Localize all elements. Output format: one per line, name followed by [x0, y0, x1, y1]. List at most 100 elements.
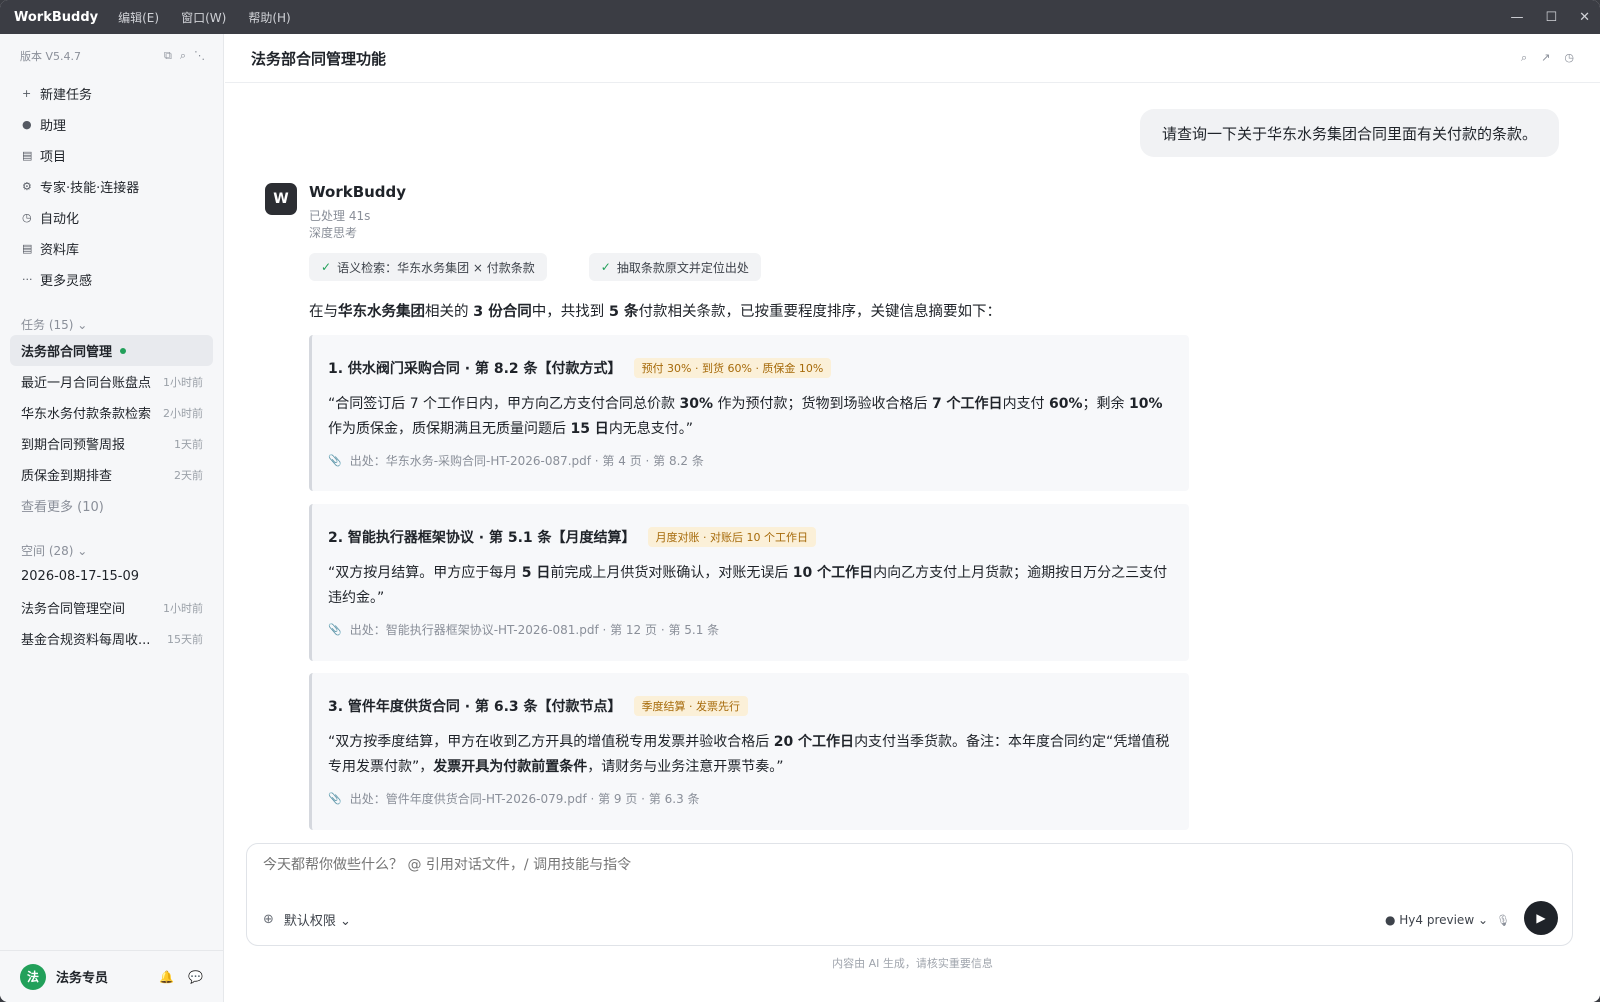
search-icon[interactable]: ⌕ — [180, 49, 186, 63]
chat-scroll[interactable]: 请查询一下关于华东水务集团合同里面有关付款的条款。 W WorkBuddy 已处… — [225, 83, 1600, 842]
model-selector[interactable]: ● Hy4 preview ⌄ — [1385, 913, 1488, 927]
dot-icon: ● — [22, 118, 32, 131]
sidebar-item-label: 新建任务 — [40, 88, 93, 103]
clause-quote: “双方按月结算。甲方应于每月 5 日前完成上月供货对账确认，对账无误后 10 个… — [328, 565, 1168, 606]
sidebar-item-6[interactable]: ··· 更多灵感 — [0, 264, 223, 295]
close-icon[interactable]: ✕ — [1579, 10, 1590, 25]
sidebar-item-label: 自动化 — [40, 212, 80, 227]
collapse-icon[interactable]: ⋱ — [194, 49, 205, 63]
space-item-name: 2026-08-17-15-09 — [21, 569, 140, 584]
space-item-name: 法务合同管理空间 — [21, 602, 126, 617]
bot-avatar: W — [265, 183, 297, 215]
sidebar-item-label: 助理 — [40, 119, 67, 134]
task-item[interactable]: 到期合同预警周报 1天前 — [0, 428, 223, 459]
user-name: 法务专员 — [56, 971, 109, 986]
task-item[interactable]: 最近一月合同台账盘点 1小时前 — [0, 366, 223, 397]
thinking-mode[interactable]: 深度思考 — [309, 224, 357, 241]
app-name: WorkBuddy — [14, 9, 99, 25]
task-item[interactable]: 华东水务付款条款检索 2小时前 — [0, 397, 223, 428]
play-icon: ▶ — [1536, 911, 1546, 925]
clause-tag: 季度结算 · 发票先行 — [633, 696, 749, 716]
clause-quote: “双方按季度结算，甲方在收到乙方开具的增值税专用发票并验收合格后 20 个工作日… — [328, 734, 1170, 775]
processed-time: 已处理 41s — [309, 209, 371, 223]
copy-icon[interactable]: ⧉ — [164, 49, 172, 63]
clause-card: 2. 智能执行器框架协议 · 第 5.1 条【月度结算】 月度对账 · 对账后 1… — [309, 504, 1189, 661]
menu-edit[interactable]: 编辑(E) — [118, 9, 159, 26]
space-item[interactable]: 2026-08-17-15-09 — [0, 561, 223, 592]
permission-selector[interactable]: ⊕ 默认权限 ⌄ — [263, 910, 351, 929]
user-footer: 法 法务专员 🔔 💬 — [0, 950, 223, 1002]
task-name: 法务部合同管理 — [21, 345, 113, 360]
user-message: 请查询一下关于华东水务集团合同里面有关付款的条款。 — [1139, 109, 1559, 157]
clause-tag: 预付 30% · 到货 60% · 质保金 10% — [633, 358, 832, 378]
step-chip-search[interactable]: ✓ 语义检索：华东水务集团 × 付款条款 — [309, 253, 547, 281]
search-icon[interactable]: ⌕ — [1521, 51, 1527, 65]
task-item-time: 2天前 — [174, 468, 203, 482]
paperclip-icon: 📎 — [328, 792, 342, 805]
sidebar-item-3[interactable]: ⚙ 专家·技能·连接器 — [0, 171, 223, 202]
send-button[interactable]: ▶ — [1524, 901, 1558, 935]
ai-disclaimer: 内容由 AI 生成，请核实重要信息 — [832, 957, 993, 970]
avatar[interactable]: 法 — [20, 963, 46, 990]
more-icon: ··· — [22, 273, 33, 286]
sidebar-item-4[interactable]: ◷ 自动化 — [0, 202, 223, 233]
menu-help[interactable]: 帮助(H) — [248, 9, 290, 26]
spaces-section-title[interactable]: 空间 (28) ⌄ — [0, 539, 223, 561]
share-icon[interactable]: ↗ — [1541, 51, 1550, 65]
task-item[interactable]: 质保金到期排查 2天前 — [0, 459, 223, 490]
gear-icon: ⚙ — [22, 180, 32, 193]
globe-icon: ⊕ — [263, 912, 274, 927]
check-icon: ✓ — [600, 260, 611, 274]
task-item-time: 1小时前 — [163, 375, 203, 389]
clause-title: 2. 智能执行器框架协议 · 第 5.1 条【月度结算】 月度对账 · 对账后 1… — [328, 524, 1173, 550]
check-icon: ✓ — [321, 260, 332, 274]
task-item-name: 质保金到期排查 — [21, 469, 113, 484]
task-item-time: 1天前 — [174, 437, 203, 451]
task-item-name: 华东水务付款条款检索 — [21, 407, 151, 422]
clause-title: 3. 管件年度供货合同 · 第 6.3 条【付款节点】 季度结算 · 发票先行 — [328, 693, 1173, 719]
chat-icon[interactable]: 💬 — [188, 970, 203, 984]
history-icon[interactable]: ◷ — [1564, 51, 1574, 65]
chat-input[interactable] — [263, 857, 1163, 873]
sidebar-item-0[interactable]: + 新建任务 — [0, 78, 223, 109]
version-label: 版本 V5.4.7 — [20, 50, 82, 63]
space-item-time: 15天前 — [167, 632, 203, 646]
sidebar-item-2[interactable]: ▤ 项目 — [0, 140, 223, 171]
clause-quote: “合同签订后 7 个工作日内，甲方向乙方支付合同总价款 30% 作为预付款；货物… — [328, 396, 1163, 437]
titlebar: WorkBuddy 编辑(E) 窗口(W) 帮助(H) — ☐ ✕ — [0, 0, 1600, 34]
space-item[interactable]: 基金合规资料每周收... 15天前 — [0, 623, 223, 654]
composer: ⊕ 默认权限 ⌄ ● Hy4 preview ⌄ 🎙 ▶ — [246, 843, 1573, 946]
bell-icon[interactable]: 🔔 — [159, 970, 174, 984]
sidebar-item-label: 资料库 — [40, 243, 80, 258]
library-icon: ▤ — [22, 242, 33, 255]
task-item-name: 到期合同预警周报 — [21, 438, 126, 453]
see-more-tasks[interactable]: 查看更多 (10) — [0, 490, 223, 521]
tasks-section-title[interactable]: 任务 (15) ⌄ — [0, 313, 223, 335]
space-item-name: 基金合规资料每周收... — [21, 633, 151, 648]
clause-source[interactable]: 📎 出处：智能执行器框架协议-HT-2026-081.pdf · 第 12 页 ·… — [328, 621, 1173, 638]
bot-name: WorkBuddy — [309, 183, 407, 201]
sidebar-item-1[interactable]: ● 助理 — [0, 109, 223, 140]
paperclip-icon: 📎 — [328, 454, 342, 467]
sidebar-item-label: 专家·技能·连接器 — [40, 181, 140, 196]
page-title: 法务部合同管理功能 — [251, 49, 387, 68]
step-chip-extract[interactable]: ✓ 抽取条款原文并定位出处 — [588, 253, 761, 281]
clause-source[interactable]: 📎 出处：华东水务-采购合同-HT-2026-087.pdf · 第 4 页 · … — [328, 452, 1173, 469]
answer-summary: 在与华东水务集团相关的 3 份合同中，共找到 5 条付款相关条款，已按重要程度排… — [309, 304, 1001, 320]
sidebar-item-5[interactable]: ▤ 资料库 — [0, 233, 223, 264]
sidebar-item-label: 更多灵感 — [40, 274, 93, 289]
clause-source[interactable]: 📎 出处：管件年度供货合同-HT-2026-079.pdf · 第 9 页 · 第… — [328, 790, 1173, 807]
task-item-active[interactable]: 法务部合同管理 — [10, 335, 213, 366]
task-item-name: 最近一月合同台账盘点 — [21, 376, 151, 391]
paperclip-icon: 📎 — [328, 623, 342, 636]
space-item[interactable]: 法务合同管理空间 1小时前 — [0, 592, 223, 623]
mic-icon[interactable]: 🎙 — [1496, 914, 1510, 927]
sidebar-item-label: 项目 — [40, 150, 67, 165]
main-panel: 法务部合同管理功能 ⌕ ↗ ◷ 请查询一下关于华东水务集团合同里面有关付款的条款… — [225, 34, 1600, 1002]
clause-card: 1. 供水阀门采购合同 · 第 8.2 条【付款方式】 预付 30% · 到货 6… — [309, 335, 1189, 491]
menu-window[interactable]: 窗口(W) — [181, 9, 226, 26]
maximize-icon[interactable]: ☐ — [1545, 10, 1557, 25]
plus-icon: + — [22, 87, 32, 100]
minimize-icon[interactable]: — — [1510, 10, 1523, 25]
list-icon: ▤ — [22, 149, 33, 162]
